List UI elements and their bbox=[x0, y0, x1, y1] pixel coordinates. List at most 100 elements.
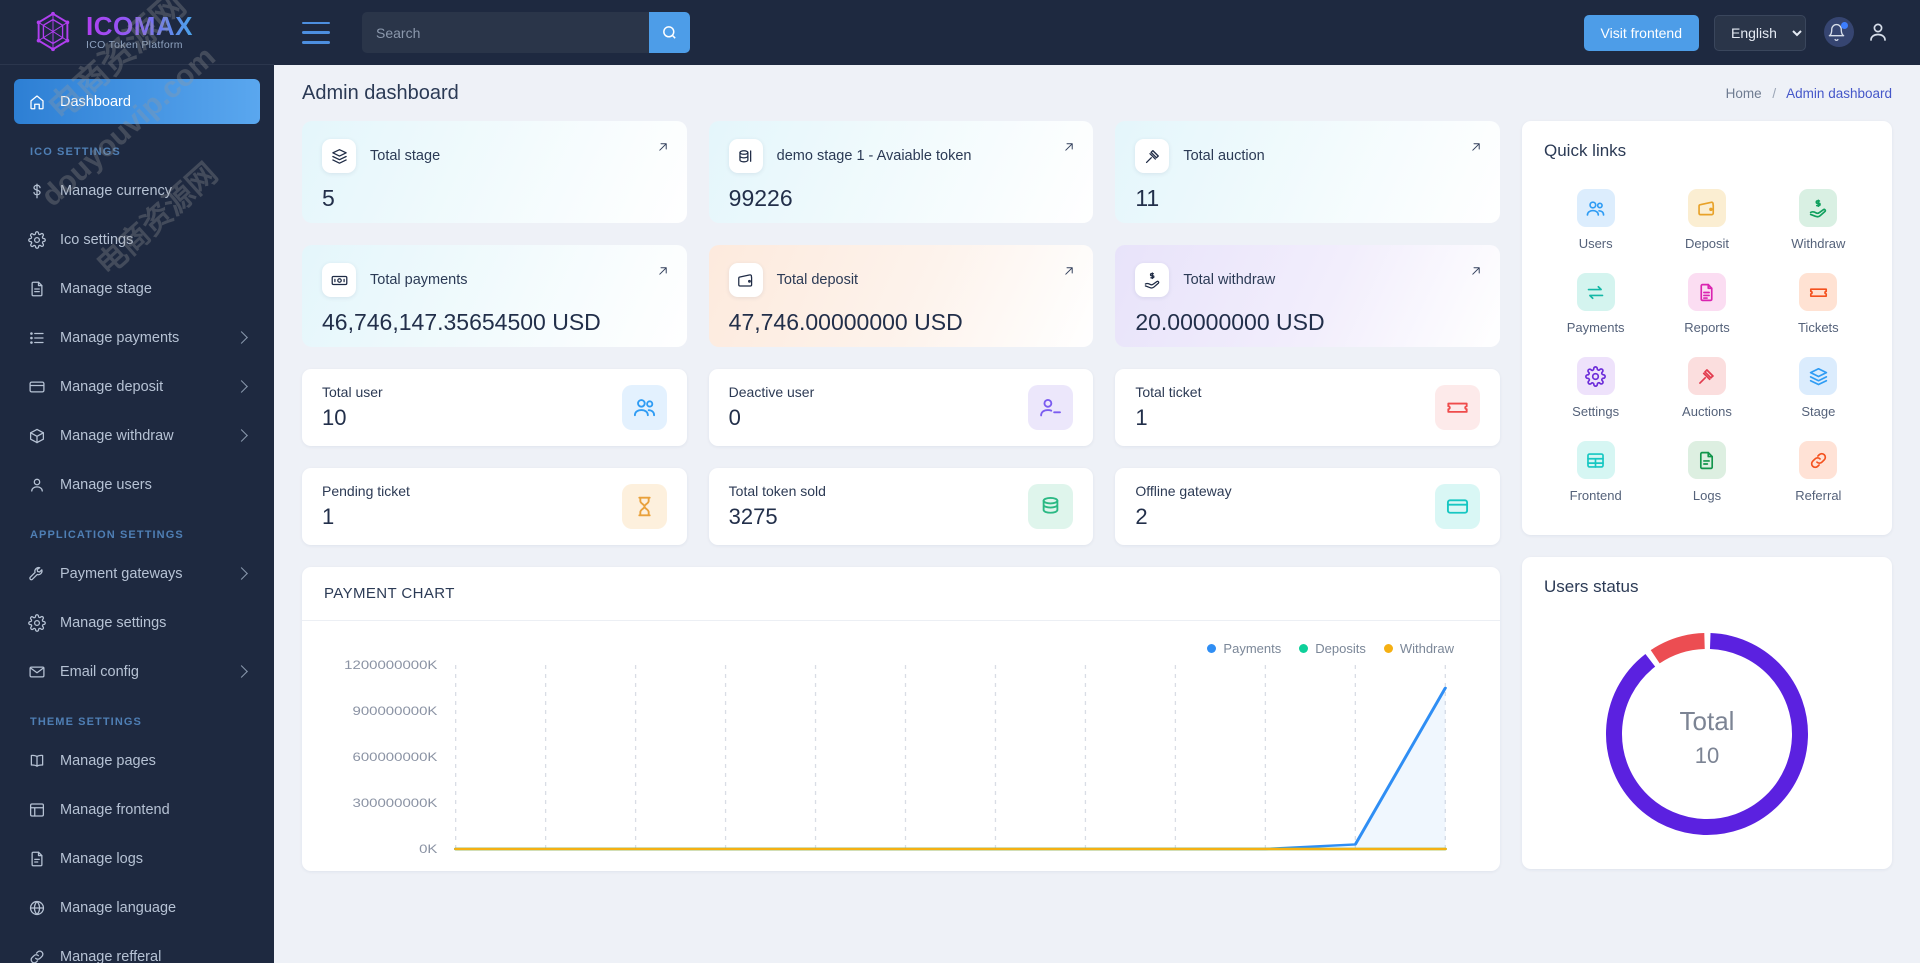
search-button[interactable] bbox=[649, 12, 690, 53]
metric-card-value: 10 bbox=[322, 405, 347, 430]
arrow-up-right-icon[interactable] bbox=[1062, 264, 1076, 278]
legend-item[interactable]: Withdraw bbox=[1383, 641, 1454, 656]
breadcrumb-separator: / bbox=[1772, 85, 1777, 101]
legend-label: Withdraw bbox=[1399, 641, 1454, 656]
sidebar-item-payment-gateways[interactable]: Payment gateways bbox=[14, 551, 260, 596]
language-select[interactable]: English bbox=[1714, 14, 1806, 51]
sidebar-item-manage-pages[interactable]: Manage pages bbox=[14, 738, 260, 783]
legend-color-swatch bbox=[1207, 644, 1217, 653]
sidebar-item-label: Email config bbox=[60, 663, 139, 680]
arrow-up-right-icon[interactable] bbox=[1469, 140, 1483, 154]
arrow-up-right-icon[interactable] bbox=[1469, 264, 1483, 278]
legend-item[interactable]: Deposits bbox=[1299, 641, 1366, 656]
metric-card[interactable]: Total token sold 3275 bbox=[708, 468, 1094, 545]
quick-link-referral[interactable]: Referral bbox=[1763, 433, 1874, 513]
quick-link-users[interactable]: Users bbox=[1540, 181, 1651, 261]
sidebar-item-manage-settings[interactable]: Manage settings bbox=[14, 600, 260, 645]
stat-card-title: Total stage bbox=[370, 148, 441, 164]
gavel-icon bbox=[1687, 357, 1726, 395]
stat-card[interactable]: Total deposit 47,746.00000000 USD bbox=[708, 245, 1094, 347]
sidebar-item-label: Manage stage bbox=[60, 280, 152, 297]
search-input[interactable] bbox=[362, 12, 649, 53]
quick-link-label: Settings bbox=[1572, 404, 1620, 419]
page-title: Admin dashboard bbox=[302, 81, 459, 104]
breadcrumb-home[interactable]: Home bbox=[1726, 86, 1762, 101]
search-box[interactable] bbox=[362, 12, 690, 53]
breadcrumb: Home / Admin dashboard bbox=[1726, 86, 1892, 101]
metric-card-title: Offline gateway bbox=[1135, 483, 1232, 499]
arrow-up-right-icon[interactable] bbox=[1062, 140, 1076, 154]
sidebar-item-manage-currency[interactable]: Manage currency bbox=[14, 168, 260, 213]
arrow-up-right-icon[interactable] bbox=[656, 140, 670, 154]
quick-link-frontend[interactable]: Frontend bbox=[1540, 433, 1651, 513]
quick-link-settings[interactable]: Settings bbox=[1540, 349, 1651, 429]
y-axis-tick-label: 600000000K bbox=[353, 751, 438, 764]
quick-link-stage[interactable]: Stage bbox=[1763, 349, 1874, 429]
quick-link-tickets[interactable]: Tickets bbox=[1763, 265, 1874, 345]
visit-frontend-button[interactable]: Visit frontend bbox=[1583, 14, 1699, 51]
white-stat-cards: Total user 10 Deactive user 0 Total ticket 1 P… bbox=[302, 369, 1500, 545]
sidebar-item-dashboard[interactable]: Dashboard bbox=[14, 79, 260, 124]
quick-links-panel: Quick links Users Deposit Withdraw Payments… bbox=[1522, 121, 1892, 535]
menu-toggle-icon[interactable] bbox=[302, 21, 330, 44]
file-icon bbox=[28, 850, 46, 868]
sidebar-item-manage-frontend[interactable]: Manage frontend bbox=[14, 787, 260, 832]
stat-card-value: 20.00000000 USD bbox=[1135, 309, 1325, 335]
stat-card[interactable]: Total payments 46,746,147.35654500 USD bbox=[302, 245, 687, 347]
metric-card-title: Pending ticket bbox=[322, 483, 410, 499]
layers-icon bbox=[1799, 357, 1838, 395]
y-axis-tick-label: 300000000K bbox=[353, 797, 438, 810]
sidebar-item-manage-language[interactable]: Manage language bbox=[14, 885, 260, 930]
sidebar-item-ico-settings[interactable]: Ico settings bbox=[14, 217, 260, 262]
quick-link-deposit[interactable]: Deposit bbox=[1651, 181, 1762, 261]
sidebar-item-label: Manage logs bbox=[60, 850, 144, 867]
stat-card-value: 99226 bbox=[728, 185, 793, 211]
metric-card[interactable]: Pending ticket 1 bbox=[302, 468, 687, 545]
ticket-icon bbox=[1799, 273, 1838, 311]
notifications-button[interactable] bbox=[1821, 16, 1854, 48]
sidebar-item-manage-deposit[interactable]: Manage deposit bbox=[14, 364, 260, 409]
quick-link-reports[interactable]: Reports bbox=[1651, 265, 1762, 345]
payment-chart-title: PAYMENT CHART bbox=[302, 567, 1500, 621]
sidebar-item-email-config[interactable]: Email config bbox=[14, 649, 260, 694]
quick-link-withdraw[interactable]: Withdraw bbox=[1763, 181, 1874, 261]
brand-name: ICOMAX bbox=[86, 10, 193, 41]
sidebar-item-manage-stage[interactable]: Manage stage bbox=[14, 266, 260, 311]
quick-link-auctions[interactable]: Auctions bbox=[1651, 349, 1762, 429]
brand[interactable]: ICOMAX ICO Token Platform bbox=[0, 0, 274, 65]
hourglass-icon bbox=[621, 484, 667, 529]
quick-link-label: Stage bbox=[1801, 404, 1836, 419]
stat-card[interactable]: Total withdraw 20.00000000 USD bbox=[1115, 245, 1500, 347]
gear-icon bbox=[28, 613, 46, 632]
sidebar-section-title: APPLICATION SETTINGS bbox=[30, 529, 184, 541]
metric-card[interactable]: Offline gateway 2 bbox=[1115, 468, 1500, 545]
sidebar-item-manage-users[interactable]: Manage users bbox=[14, 462, 260, 507]
chart-area-fill bbox=[455, 688, 1446, 849]
stat-card[interactable]: demo stage 1 - Avaiable token 99226 bbox=[708, 121, 1094, 223]
sidebar: ICOMAX ICO Token Platform Dashboard ICO S… bbox=[0, 0, 274, 963]
dashboard-right-column: Quick links Users Deposit Withdraw Payments… bbox=[1522, 121, 1892, 871]
stat-card[interactable]: Total auction 11 bbox=[1115, 121, 1500, 223]
metric-card[interactable]: Total ticket 1 bbox=[1115, 369, 1500, 446]
metric-card[interactable]: Total user 10 bbox=[302, 369, 687, 446]
chevron-right-icon bbox=[235, 429, 248, 442]
sidebar-item-manage-logs[interactable]: Manage logs bbox=[14, 836, 260, 881]
quick-link-logs[interactable]: Logs bbox=[1651, 433, 1762, 513]
wallet-icon bbox=[1687, 189, 1726, 227]
sidebar-item-label: Ico settings bbox=[60, 231, 134, 248]
legend-item[interactable]: Payments bbox=[1207, 641, 1281, 656]
user-account-button[interactable] bbox=[1866, 20, 1892, 46]
arrow-up-right-icon[interactable] bbox=[656, 264, 670, 278]
donut-total-value: 10 bbox=[1694, 743, 1720, 769]
sidebar-item-manage-payments[interactable]: Manage payments bbox=[14, 315, 260, 360]
stat-card[interactable]: Total stage 5 bbox=[302, 121, 687, 223]
quick-link-payments[interactable]: Payments bbox=[1540, 265, 1651, 345]
legend-color-swatch bbox=[1299, 644, 1309, 653]
sidebar-item-manage-withdraw[interactable]: Manage withdraw bbox=[14, 413, 260, 458]
logo-icon bbox=[30, 9, 76, 55]
user-icon bbox=[28, 476, 46, 494]
metric-card[interactable]: Deactive user 0 bbox=[708, 369, 1094, 446]
sidebar-item-manage-refferal[interactable]: Manage refferal bbox=[14, 934, 260, 963]
quick-link-label: Reports bbox=[1684, 320, 1730, 335]
sidebar-item-label: Manage deposit bbox=[60, 378, 164, 395]
